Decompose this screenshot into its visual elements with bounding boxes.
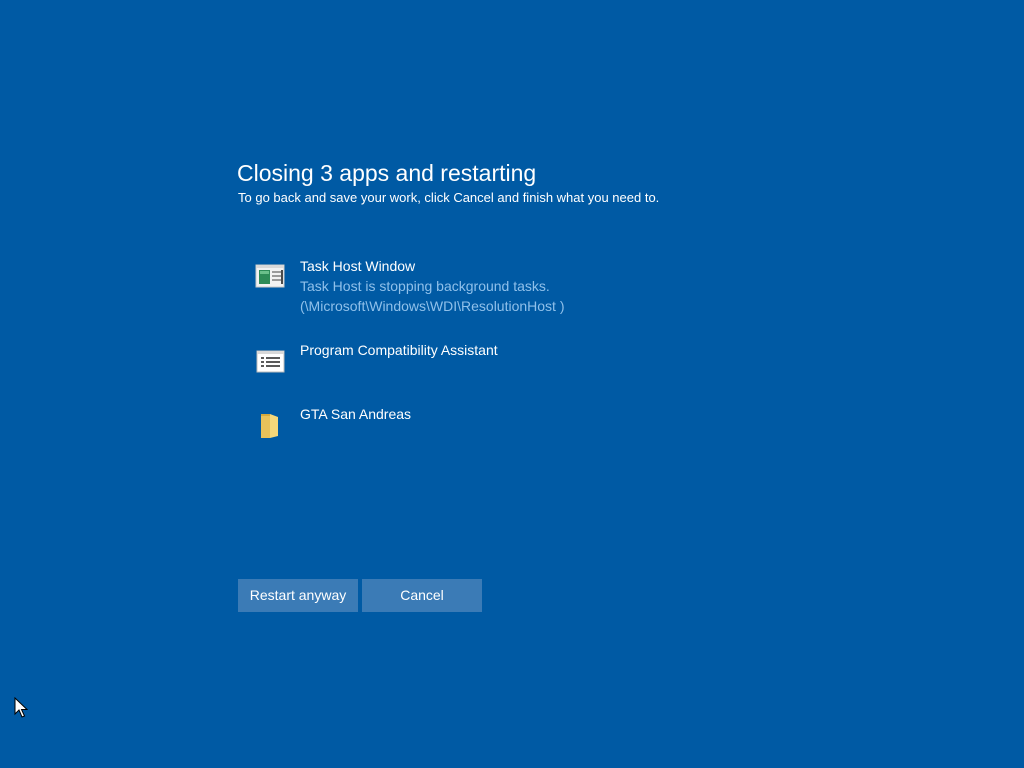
app-description: Task Host is stopping background tasks. … <box>300 278 565 314</box>
page-subtitle: To go back and save your work, click Can… <box>238 190 660 205</box>
page-title: Closing 3 apps and restarting <box>237 160 537 186</box>
app-name: Task Host Window <box>300 258 416 274</box>
app-name: GTA San Andreas <box>300 406 412 422</box>
list-window-icon <box>256 350 285 373</box>
restart-anyway-button[interactable]: Restart anyway <box>238 579 358 612</box>
folder-icon <box>261 414 278 438</box>
task-host-window-icon <box>255 264 285 288</box>
cancel-button[interactable]: Cancel <box>362 579 482 612</box>
app-name: Program Compatibility Assistant <box>300 342 498 358</box>
mouse-cursor-icon <box>14 697 28 718</box>
restart-screen: Closing 3 apps and restarting To go back… <box>0 0 1024 768</box>
